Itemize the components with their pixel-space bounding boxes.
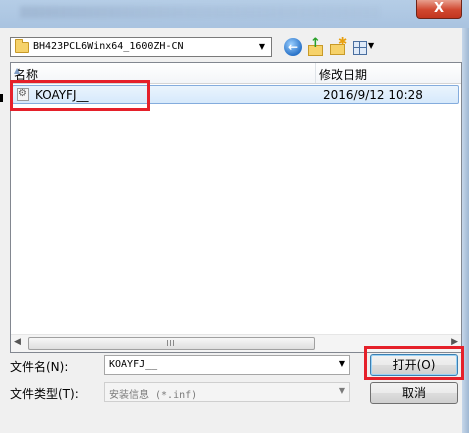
back-icon[interactable]: ← (284, 38, 302, 56)
filetype-combobox[interactable]: 安装信息 (*.inf) ▼ (104, 382, 350, 402)
scroll-left-icon[interactable]: ◀ (14, 337, 21, 347)
filetype-value: 安装信息 (*.inf) (109, 390, 198, 401)
file-highlight-annotation (10, 80, 150, 111)
new-folder-icon[interactable]: ✱ (328, 35, 347, 56)
view-menu-icon[interactable]: ▼ (352, 38, 378, 56)
filename-value: KOAYFJ__ (109, 359, 158, 370)
folder-icon (15, 39, 29, 53)
edge-marker (0, 94, 3, 102)
path-text: BH423PCL6Winx64_1600ZH-CN (33, 41, 184, 52)
up-folder-icon[interactable]: ↑ (306, 36, 324, 56)
title-bar: X (0, 0, 469, 28)
chevron-down-icon[interactable]: ▼ (339, 359, 345, 368)
open-button-highlight-annotation (364, 346, 464, 380)
column-header-date[interactable]: 修改日期 (316, 63, 456, 83)
filetype-label: 文件类型(T): (10, 387, 79, 401)
blurred-title-area (20, 6, 380, 18)
sort-up-icon: ▲ (14, 66, 21, 75)
cancel-button[interactable]: 取消 (370, 382, 458, 404)
column-date-label: 修改日期 (319, 68, 368, 82)
filename-combobox[interactable]: KOAYFJ__ ▼ (104, 355, 350, 375)
chevron-down-icon[interactable]: ▼ (256, 41, 268, 53)
file-date: 2016/9/12 10:28 (323, 88, 423, 102)
chevron-down-icon[interactable]: ▼ (339, 386, 345, 395)
close-button[interactable]: X (416, 0, 462, 19)
filename-label: 文件名(N): (10, 360, 69, 374)
path-combobox[interactable]: BH423PCL6Winx64_1600ZH-CN ▼ (10, 37, 272, 57)
scrollbar-thumb[interactable] (28, 337, 315, 350)
